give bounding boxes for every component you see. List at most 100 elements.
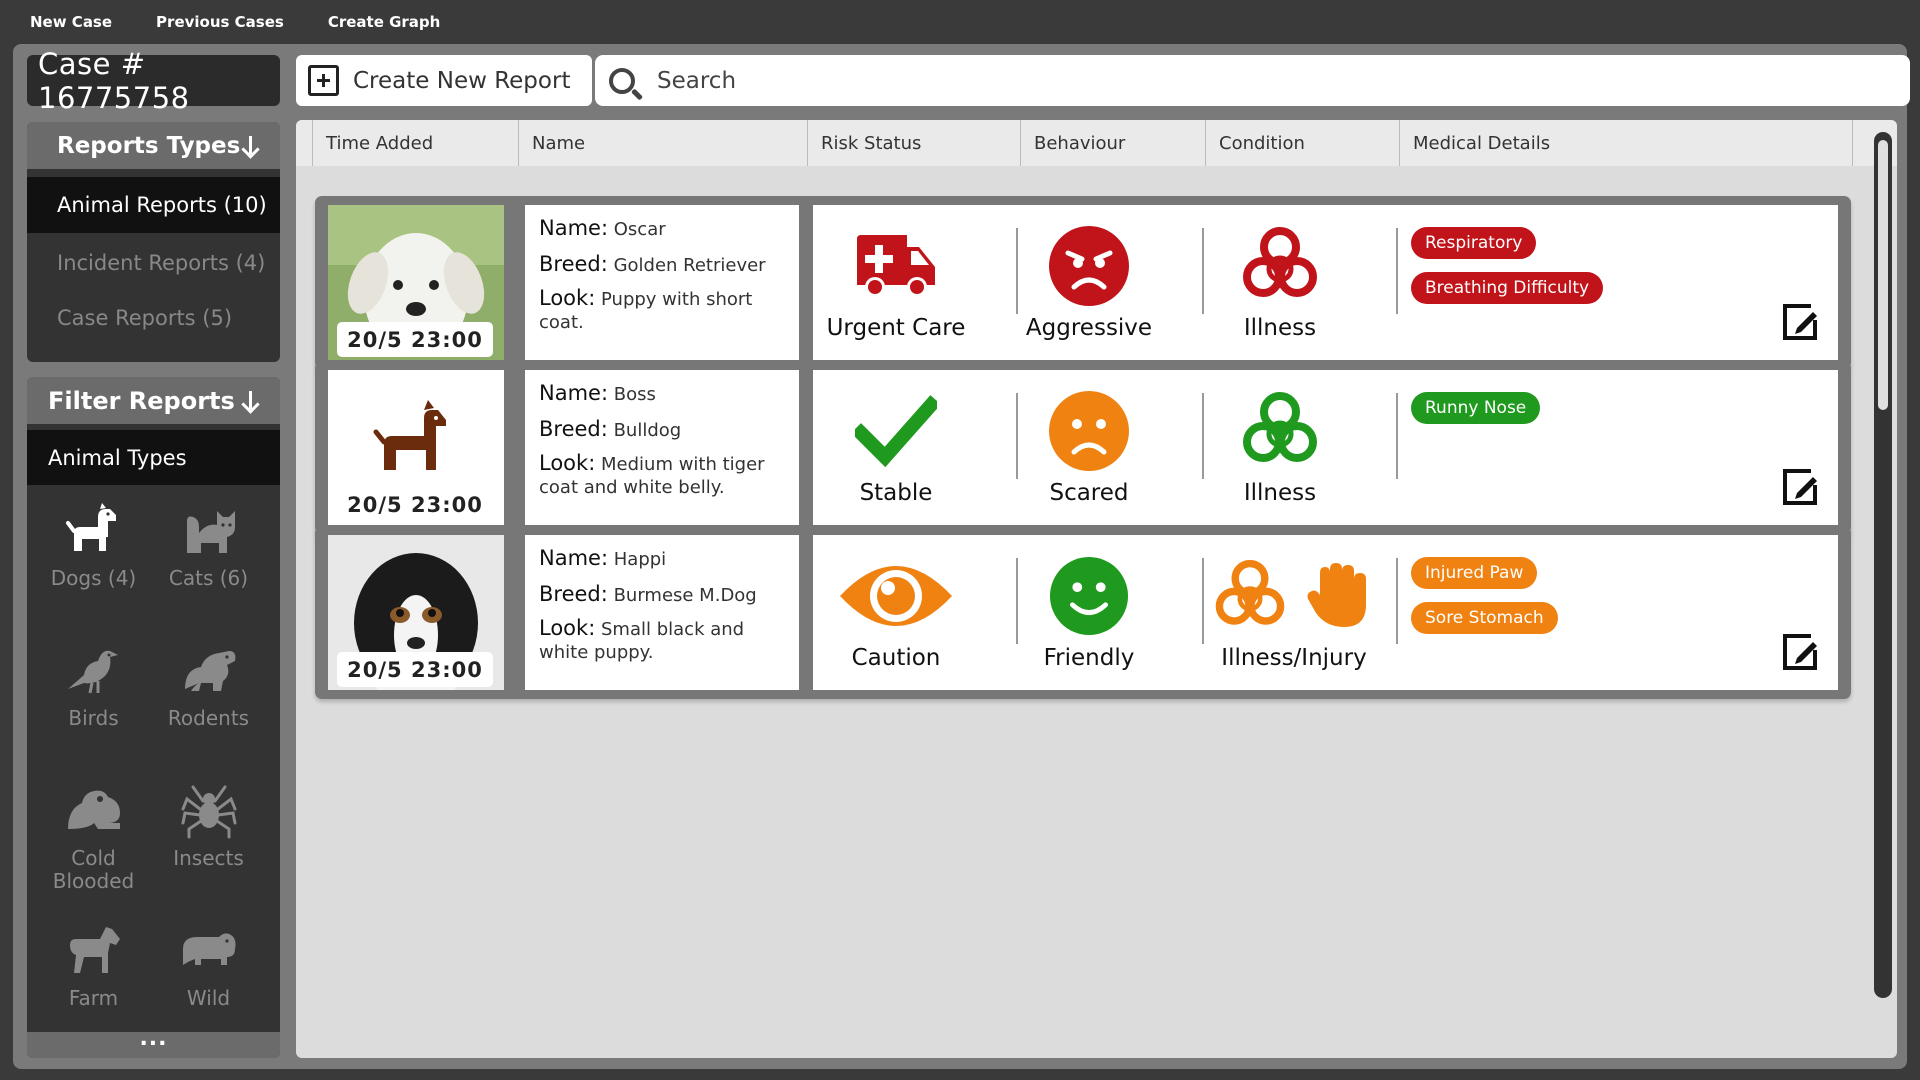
divider (1396, 228, 1398, 314)
risk-status: Urgent Care (813, 205, 979, 360)
animal-info: Name: Oscar Breed: Golden Retriever Look… (525, 205, 799, 360)
report-type-incident[interactable]: Incident Reports (4) (27, 233, 280, 293)
ambulance-icon (857, 235, 935, 297)
behaviour-status: Aggressive (1006, 205, 1172, 360)
behaviour-label: Scared (1049, 480, 1129, 506)
edit-icon[interactable] (1781, 632, 1821, 672)
edit-icon[interactable] (1781, 302, 1821, 342)
report-types-header[interactable]: Reports Types (27, 122, 280, 169)
report-card[interactable]: 20/5 23:00 Name: Oscar Breed: Golden Ret… (315, 196, 1851, 369)
edit-icon[interactable] (1781, 467, 1821, 507)
filter-rodents[interactable]: Rodents (151, 625, 266, 765)
report-card[interactable]: 20/5 23:00 Name: Happi Breed: Burmese M.… (315, 526, 1851, 699)
medical-tag: Injured Paw (1411, 557, 1538, 589)
risk-status-label: Stable (859, 480, 933, 506)
filter-cold-blooded[interactable]: Cold Blooded (36, 765, 151, 905)
look-label: Look: (539, 451, 596, 475)
condition-status: Illness (1197, 370, 1363, 525)
filter-farm[interactable]: Farm (36, 905, 151, 1045)
bird-icon (67, 650, 118, 694)
filter-panel: Filter Reports Animal Types Dogs (4) Cat… (27, 377, 280, 1058)
animal-breed: Golden Retriever (613, 255, 766, 276)
search-input[interactable] (657, 67, 1857, 94)
rodent-icon (184, 651, 235, 691)
case-id: Case # 16775758 (27, 47, 280, 115)
cat-icon (186, 511, 235, 553)
scrollbar-thumb[interactable] (1878, 140, 1888, 410)
biohazard-icon (1243, 392, 1317, 462)
col-medical-details[interactable]: Medical Details (1399, 120, 1853, 166)
biohazard-icon (1243, 227, 1317, 297)
behaviour-status: Friendly (1006, 535, 1172, 690)
column-headers: Time Added Name Risk Status Behaviour Co… (296, 120, 1897, 166)
hand-icon (1307, 563, 1366, 627)
col-risk-status[interactable]: Risk Status (807, 120, 1020, 166)
medical-tag: Respiratory (1411, 227, 1537, 259)
filter-dogs[interactable]: Dogs (4) (36, 485, 151, 625)
animal-photo: 20/5 23:00 (328, 370, 504, 525)
name-label: Name: (539, 216, 609, 240)
status-panel: Urgent Care Aggressive Illness Respirato… (813, 205, 1838, 360)
risk-status: Stable (813, 370, 979, 525)
create-new-report-label: Create New Report (353, 67, 571, 94)
col-behaviour[interactable]: Behaviour (1020, 120, 1205, 166)
medical-tag: Sore Stomach (1411, 602, 1558, 634)
col-condition[interactable]: Condition (1205, 120, 1399, 166)
filter-wild[interactable]: Wild (151, 905, 266, 1045)
menu-previous-cases[interactable]: Previous Cases (156, 13, 284, 31)
menu-create-graph[interactable]: Create Graph (328, 13, 441, 31)
col-time-added[interactable]: Time Added (312, 120, 518, 166)
animal-breed: Burmese M.Dog (613, 585, 757, 606)
spider-icon (181, 785, 236, 839)
horse-icon (69, 927, 120, 973)
filter-insects-label: Insects (173, 846, 244, 870)
scrollbar[interactable] (1874, 132, 1892, 998)
animal-info: Name: Happi Breed: Burmese M.Dog Look: S… (525, 535, 799, 690)
more-button[interactable]: ... (27, 1028, 280, 1058)
breed-label: Breed: (539, 582, 608, 606)
filter-rodents-label: Rodents (167, 706, 250, 730)
time-added: 20/5 23:00 (337, 487, 493, 522)
report-types-title: Reports Types (57, 132, 241, 159)
report-type-animal[interactable]: Animal Reports (10) (27, 177, 280, 233)
main-frame: Case # 16775758 Create New Report Report… (13, 44, 1910, 1069)
filter-reports-header[interactable]: Filter Reports (27, 377, 280, 424)
animal-name: Happi (613, 549, 667, 570)
eye-icon (840, 566, 952, 626)
search-icon (609, 67, 635, 94)
report-card[interactable]: 20/5 23:00 Name: Boss Breed: Bulldog Loo… (315, 361, 1851, 534)
angry-face-icon (1049, 226, 1129, 306)
medical-tag: Breathing Difficulty (1411, 272, 1604, 304)
filter-cold-blooded-label: Cold Blooded (52, 846, 135, 893)
look-label: Look: (539, 286, 596, 310)
medical-tag: Runny Nose (1411, 392, 1541, 424)
menu-new-case[interactable]: New Case (30, 13, 112, 31)
status-panel: Stable Scared Illness Runny Nose (813, 370, 1838, 525)
animal-info: Name: Boss Breed: Bulldog Look: Medium w… (525, 370, 799, 525)
name-label: Name: (539, 381, 609, 405)
checkmark-icon (855, 395, 937, 467)
risk-status-label: Caution (851, 645, 941, 671)
filter-dogs-label: Dogs (50, 566, 102, 590)
animal-photo: 20/5 23:00 (328, 205, 504, 360)
behaviour-label: Aggressive (1025, 315, 1153, 341)
report-type-case[interactable]: Case Reports (5) (27, 293, 280, 343)
animal-types-label: Animal Types (27, 430, 280, 485)
create-new-report-button[interactable]: Create New Report (296, 55, 592, 106)
divider (1396, 558, 1398, 644)
filter-birds[interactable]: Birds (36, 625, 151, 765)
animal-name: Boss (613, 384, 656, 405)
risk-status-label: Urgent Care (826, 315, 966, 341)
filter-cats[interactable]: Cats (6) (151, 485, 266, 625)
sad-face-icon (1049, 391, 1129, 471)
filter-wild-label: Wild (186, 986, 231, 1010)
condition-label: Illness (1243, 315, 1317, 341)
filter-insects[interactable]: Insects (151, 765, 266, 905)
filter-cats-label: Cats (168, 566, 214, 590)
frog-icon (67, 790, 120, 829)
behaviour-label: Friendly (1043, 645, 1135, 671)
col-name[interactable]: Name (518, 120, 807, 166)
biohazard-icon (1215, 559, 1285, 625)
name-label: Name: (539, 546, 609, 570)
look-label: Look: (539, 616, 596, 640)
